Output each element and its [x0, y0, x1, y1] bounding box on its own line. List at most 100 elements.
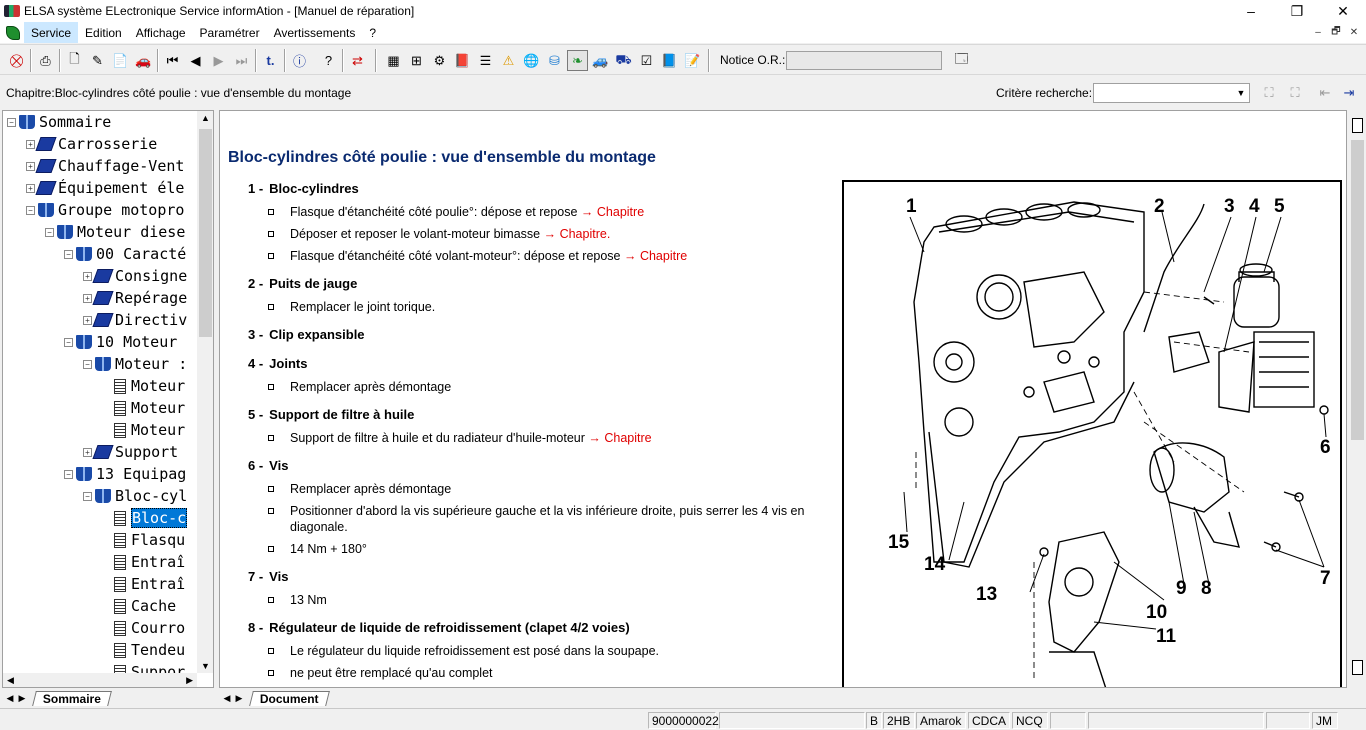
tree-item[interactable]: − Sommaire	[7, 111, 111, 133]
tree-item[interactable]: Moteur	[102, 419, 185, 441]
chapter-link[interactable]: → Chapitre.	[544, 227, 611, 241]
collapse-toggle-icon[interactable]: −	[45, 227, 54, 237]
tab-document[interactable]: Document	[249, 690, 330, 706]
bucket-icon[interactable]: ⛁	[544, 50, 565, 71]
menu-parametrer[interactable]: Paramétrer	[193, 22, 267, 43]
exit-icon[interactable]: ⛒	[6, 50, 27, 71]
expand-toggle-icon[interactable]: +	[83, 271, 92, 281]
info-icon[interactable]: ⓘ	[289, 50, 310, 71]
vehicle-icon[interactable]: 🚗	[133, 50, 154, 71]
tree-item[interactable]: − 10 Moteur	[64, 331, 177, 353]
notice-lookup-icon[interactable]: 🗔	[951, 50, 972, 71]
menu-service[interactable]: Service	[24, 22, 79, 43]
tree-item[interactable]: + Carrosserie	[26, 133, 157, 155]
tab-first-icon[interactable]: ◀	[221, 693, 233, 704]
expand-icon[interactable]: ⇥	[1338, 82, 1360, 104]
warning-icon[interactable]: ⚠	[498, 50, 519, 71]
mdi-restore-button[interactable]: 🗗	[1328, 24, 1344, 41]
search-prev-icon[interactable]: ⛶	[1258, 82, 1280, 104]
calculator-icon[interactable]: ▦	[383, 50, 404, 71]
tree-item[interactable]: Moteur	[102, 397, 185, 419]
tab-sommaire[interactable]: Sommaire	[32, 690, 112, 706]
scroll-up-icon[interactable]: ▲	[201, 113, 210, 123]
tree-item[interactable]: Moteur	[102, 375, 185, 397]
menu-edition[interactable]: Edition	[78, 22, 129, 43]
checklist-icon[interactable]: ☑	[636, 50, 657, 71]
tab-first-icon[interactable]: ◀	[4, 693, 16, 704]
tree-item[interactable]: − 00 Caracté	[64, 243, 186, 265]
document-vertical-scrollbar[interactable]	[1349, 110, 1366, 688]
tree-item[interactable]: Tendeu	[102, 639, 185, 661]
notice-or-field[interactable]	[786, 51, 942, 70]
edit-document-icon[interactable]: ✎	[87, 50, 108, 71]
scroll-right-icon[interactable]: ▶	[186, 675, 193, 686]
notes-icon[interactable]: 📝	[682, 50, 703, 71]
collapse-icon[interactable]: ⇤	[1314, 82, 1336, 104]
tree-item[interactable]: + Équipement éle	[26, 177, 184, 199]
expand-toggle-icon[interactable]: +	[83, 293, 92, 303]
tree-scroll-thumb[interactable]	[199, 129, 212, 337]
tree-item[interactable]: − Groupe motopro	[26, 199, 184, 221]
car-repair-icon[interactable]: 🚙	[590, 50, 611, 71]
first-page-icon[interactable]: ⏮	[162, 50, 183, 71]
tab-next-icon[interactable]: ▶	[233, 693, 245, 704]
collapse-toggle-icon[interactable]: −	[64, 469, 73, 479]
tree-item[interactable]: − 13 Equipag	[64, 463, 186, 485]
scroll-left-icon[interactable]: ◀	[7, 675, 14, 686]
help-icon[interactable]: ?	[318, 50, 339, 71]
tree-item[interactable]: − Moteur diese	[45, 221, 185, 243]
expand-toggle-icon[interactable]: +	[83, 447, 92, 457]
tree-item[interactable]: Cache	[102, 595, 176, 617]
tree-item[interactable]: + Chauffage-Vent	[26, 155, 184, 177]
chapter-link[interactable]: → Chapitre	[624, 249, 687, 263]
collapse-toggle-icon[interactable]: −	[83, 491, 92, 501]
collapse-toggle-icon[interactable]: −	[26, 205, 35, 215]
go-to-chapter-icon[interactable]: t.	[260, 50, 281, 71]
document-list-icon[interactable]: 📄	[110, 50, 131, 71]
menu-avertissements[interactable]: Avertissements	[267, 22, 363, 43]
menu-help[interactable]: ?	[362, 22, 383, 43]
tree-item[interactable]: + Directiv	[83, 309, 187, 331]
expand-toggle-icon[interactable]: +	[26, 139, 35, 149]
tree-horizontal-scrollbar[interactable]: ◀ ▶	[3, 673, 197, 687]
close-button[interactable]: ✕	[1320, 0, 1366, 22]
parts-icon[interactable]: ⊞	[406, 50, 427, 71]
swap-icon[interactable]: ⇄	[347, 50, 368, 71]
maximize-button[interactable]: ❐	[1274, 0, 1320, 22]
mdi-close-button[interactable]: ✕	[1346, 27, 1362, 38]
expand-toggle-icon[interactable]: +	[26, 183, 35, 193]
last-page-icon[interactable]: ⏭	[231, 50, 252, 71]
service-plan-icon[interactable]: ⛟	[613, 50, 634, 71]
wiring-icon[interactable]: ⚙	[429, 50, 450, 71]
document-scroll-thumb[interactable]	[1351, 140, 1364, 440]
chevron-down-icon[interactable]: ▼	[1233, 84, 1249, 102]
search-next-icon[interactable]: ⛶	[1284, 82, 1306, 104]
search-criteria-select[interactable]: ▼	[1093, 83, 1250, 103]
expand-toggle-icon[interactable]: +	[83, 315, 92, 325]
scroll-down-icon[interactable]: ▼	[201, 661, 210, 671]
collapse-toggle-icon[interactable]: −	[64, 337, 73, 347]
previous-page-icon[interactable]: ◀	[185, 50, 206, 71]
new-document-icon[interactable]: 🗋	[64, 50, 85, 71]
collapse-toggle-icon[interactable]: −	[7, 117, 16, 127]
print-icon[interactable]: ⎙	[35, 50, 56, 71]
mdi-minimize-button[interactable]: –	[1310, 27, 1326, 38]
tree-item[interactable]: + Support	[83, 441, 178, 463]
book-icon[interactable]: 📘	[659, 50, 680, 71]
tree-item[interactable]: Entraî	[102, 551, 185, 573]
chapter-link[interactable]: → Chapitre	[588, 431, 651, 445]
collapse-toggle-icon[interactable]: −	[64, 249, 73, 259]
tree-item[interactable]: − Moteur :	[83, 353, 187, 375]
repair-manual-icon[interactable]: ❧	[567, 50, 588, 71]
scroll-down-icon[interactable]	[1352, 660, 1363, 675]
tree-item[interactable]: + Repérage	[83, 287, 187, 309]
scroll-up-icon[interactable]	[1352, 118, 1363, 133]
tree-item[interactable]: + Consigne	[83, 265, 187, 287]
next-page-icon[interactable]: ▶	[208, 50, 229, 71]
menu-affichage[interactable]: Affichage	[129, 22, 193, 43]
tree-item[interactable]: − Bloc-cyl	[83, 485, 187, 507]
tree-item[interactable]: Flasqu	[102, 529, 185, 551]
tree-vertical-scrollbar[interactable]: ▲ ▼	[197, 111, 213, 673]
chapter-link[interactable]: → Chapitre	[581, 205, 644, 219]
tree-item[interactable]: Courro	[102, 617, 185, 639]
